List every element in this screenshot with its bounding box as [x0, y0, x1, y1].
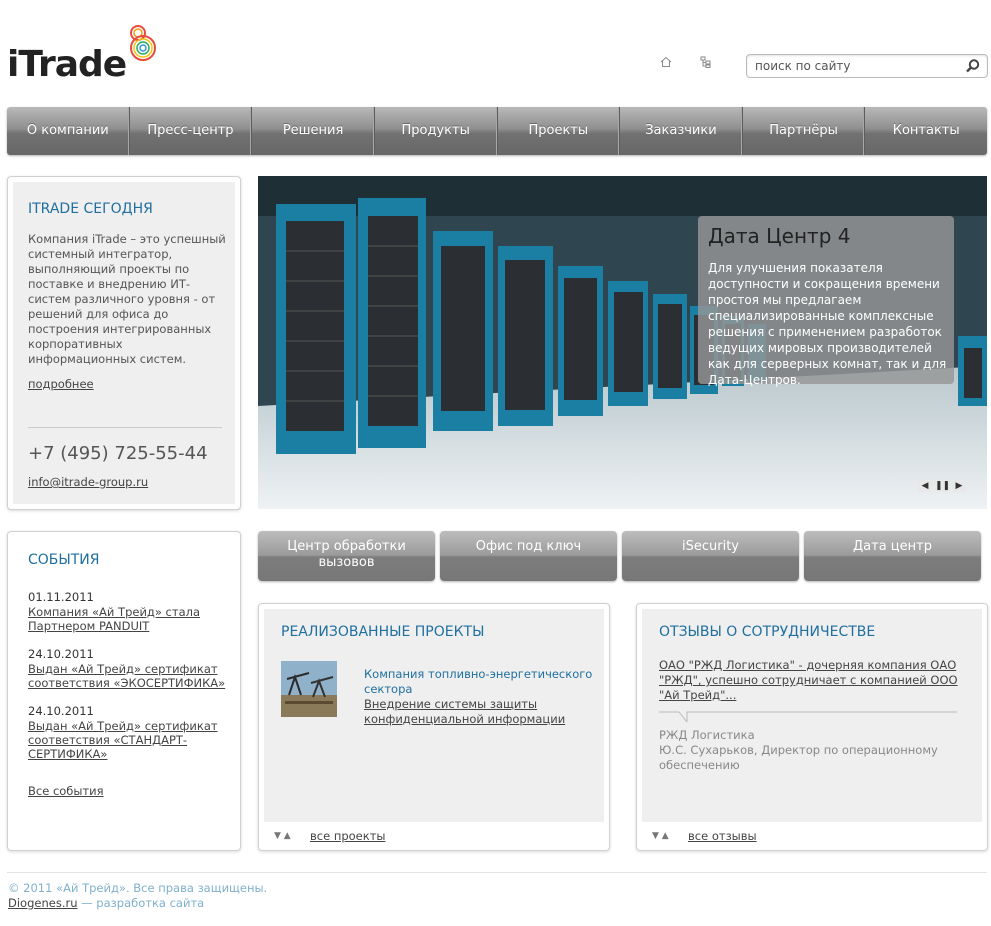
nav-item-about[interactable]: О компании	[7, 107, 130, 155]
slide-caption: Дата Центр 4 Для улучшения показателя до…	[698, 216, 954, 387]
tab-call-center[interactable]: Центр обработки вызовов	[258, 531, 435, 581]
all-events-link[interactable]: Все события	[28, 784, 104, 798]
logo-text: iTrade	[7, 44, 127, 85]
oil-pump-image	[281, 661, 337, 717]
reviews-card: ОТЗЫВЫ О СОТРУДНИЧЕСТВЕ ОАО "РЖД Логисти…	[636, 603, 988, 851]
search-input[interactable]	[755, 57, 955, 75]
copyright: © 2011 «Ай Трейд». Все права защищены.	[8, 881, 268, 895]
developer-text: — разработка сайта	[77, 896, 205, 910]
collapse-arrows-icon[interactable]: ▼ ▲	[274, 831, 291, 841]
review-quote-link[interactable]: ОАО "РЖД Логистика" - дочерняя компания …	[659, 658, 959, 703]
nav-item-projects[interactable]: Проекты	[498, 107, 621, 155]
nav-item-clients[interactable]: Заказчики	[620, 107, 743, 155]
divider	[28, 427, 222, 428]
developer-credit: Diogenes.ru — разработка сайта	[8, 896, 204, 910]
nav-item-contacts[interactable]: Контакты	[865, 107, 987, 155]
project-category: Компания топливно-энергетического сектор…	[364, 667, 593, 696]
review-person: Ю.С. Сухарьков, Директор по операционном…	[659, 743, 938, 772]
today-title: ITRADE СЕГОДНЯ	[28, 201, 153, 217]
quote-pointer	[659, 711, 957, 722]
all-reviews-link[interactable]: все отзывы	[688, 829, 757, 843]
today-more-link[interactable]: подробнее	[28, 377, 94, 391]
search-box	[746, 54, 988, 78]
sitemap-icon[interactable]	[699, 56, 713, 70]
project-link[interactable]: Внедрение системы защиты конфиденциально…	[364, 697, 584, 727]
projects-card: РЕАЛИЗОВАННЫЕ ПРОЕКТЫ Компания топливно-…	[258, 603, 610, 851]
today-card: ITRADE СЕГОДНЯ Компания iTrade – это усп…	[7, 176, 241, 510]
footer-divider	[7, 872, 987, 873]
logo[interactable]: iTrade	[7, 20, 167, 85]
event-link[interactable]: Выдан «Ай Трейд» сертификат соответствия…	[28, 719, 228, 761]
nav-item-solutions[interactable]: Решения	[252, 107, 375, 155]
review-company: РЖД Логистика	[659, 728, 755, 742]
tab-data-center[interactable]: Дата центр	[804, 531, 981, 581]
projects-title: РЕАЛИЗОВАННЫЕ ПРОЕКТЫ	[281, 624, 485, 640]
event-link[interactable]: Компания «Ай Трейд» стала Партнером PAND…	[28, 605, 228, 633]
events-card: СОБЫТИЯ 01.11.2011 Компания «Ай Трейд» с…	[7, 531, 241, 851]
event-date: 24.10.2011	[28, 647, 94, 661]
email-link[interactable]: info@itrade-group.ru	[28, 475, 148, 489]
slide-title: Дата Центр 4	[708, 224, 851, 248]
home-icon[interactable]	[659, 56, 673, 70]
phone: +7 (495) 725-55-44	[28, 443, 208, 464]
all-projects-link[interactable]: все проекты	[310, 829, 386, 843]
nav-item-products[interactable]: Продукты	[375, 107, 498, 155]
events-title: СОБЫТИЯ	[28, 552, 100, 568]
developer-link[interactable]: Diogenes.ru	[8, 896, 78, 910]
today-text: Компания iTrade – это успешный системный…	[28, 232, 226, 366]
collapse-arrows-icon[interactable]: ▼ ▲	[652, 831, 669, 841]
hero-slider: Дата Центр 4 Для улучшения показателя до…	[258, 176, 987, 509]
reviews-title: ОТЗЫВЫ О СОТРУДНИЧЕСТВЕ	[659, 624, 876, 640]
slider-next-icon[interactable]: ▶	[952, 480, 966, 492]
logo-rings-icon	[130, 25, 156, 61]
event-date: 24.10.2011	[28, 704, 94, 718]
search-icon[interactable]	[965, 58, 981, 74]
tab-office[interactable]: Офис под ключ	[440, 531, 617, 581]
slide-text: Для улучшения показателя доступности и с…	[708, 261, 947, 387]
nav-item-partners[interactable]: Партнёры	[743, 107, 866, 155]
slider-prev-icon[interactable]: ◀	[918, 480, 932, 492]
nav-item-press[interactable]: Пресс-центр	[130, 107, 253, 155]
event-date: 01.11.2011	[28, 590, 94, 604]
main-nav: О компании Пресс-центр Решения Продукты …	[7, 107, 987, 155]
tab-isecurity[interactable]: iSecurity	[622, 531, 799, 581]
event-link[interactable]: Выдан «Ай Трейд» сертификат соответствия…	[28, 662, 233, 690]
slider-pause-icon[interactable]: ❚❚	[935, 480, 950, 492]
